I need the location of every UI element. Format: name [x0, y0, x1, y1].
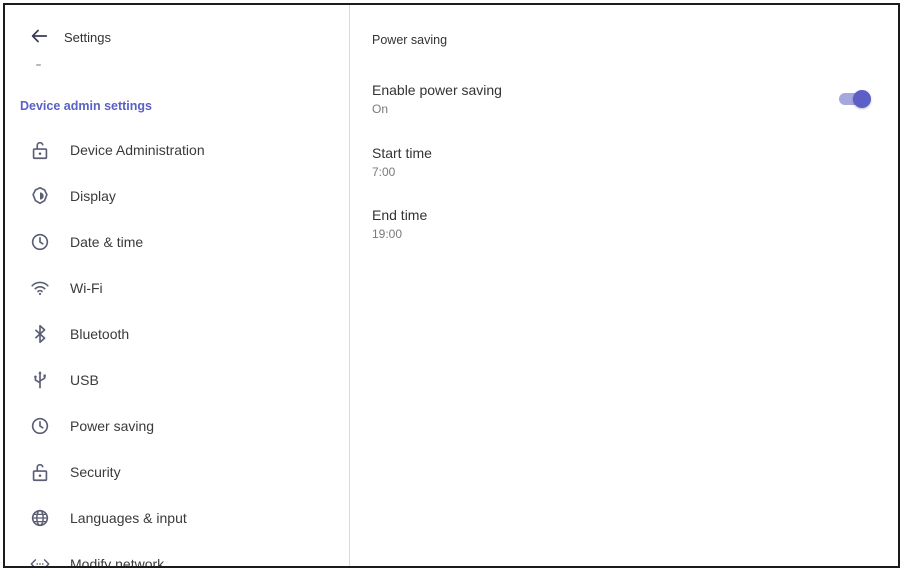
- sidebar-item-usb[interactable]: USB: [5, 359, 349, 403]
- back-arrow-icon[interactable]: [28, 25, 50, 47]
- scroll-indicator: [36, 64, 41, 66]
- end-time-value: 19:00: [372, 227, 403, 241]
- sidebar-item-wifi[interactable]: Wi-Fi: [5, 267, 349, 311]
- detail-pane: Power saving Enable power saving On Star…: [350, 5, 898, 566]
- sidebar-item-languages-input[interactable]: Languages & input: [5, 497, 349, 541]
- section-heading-device-admin: Device admin settings: [20, 99, 152, 113]
- sidebar-item-label: USB: [70, 372, 99, 388]
- sidebar-header: Settings: [5, 5, 349, 61]
- toggle-thumb: [853, 90, 871, 108]
- start-time-title: Start time: [372, 145, 432, 161]
- start-time-value: 7:00: [372, 165, 396, 179]
- wifi-icon: [31, 281, 49, 296]
- sidebar-item-bluetooth[interactable]: Bluetooth: [5, 313, 349, 357]
- clock-icon: [31, 233, 49, 251]
- detail-title: Power saving: [372, 33, 448, 47]
- sidebar-item-device-administration[interactable]: Device Administration: [5, 129, 349, 173]
- code-arrows-icon: [30, 559, 50, 566]
- start-time-row[interactable]: Start time 7:00: [350, 145, 898, 195]
- sidebar-item-label: Languages & input: [70, 510, 187, 526]
- end-time-row[interactable]: End time 19:00: [350, 207, 898, 257]
- sidebar-item-date-time[interactable]: Date & time: [5, 221, 349, 265]
- usb-icon: [34, 371, 46, 389]
- sidebar-item-label: Power saving: [70, 418, 155, 434]
- power-saving-toggle[interactable]: [835, 90, 871, 108]
- lock-open-icon: [32, 463, 48, 482]
- sidebar-item-label: Device Administration: [70, 142, 205, 158]
- header-title: Settings: [64, 30, 111, 45]
- sidebar-item-label: Modify network: [70, 556, 165, 566]
- enable-power-saving-title: Enable power saving: [372, 82, 502, 98]
- settings-window: Settings Device admin settings Device Ad…: [3, 3, 900, 568]
- sidebar-item-label: Date & time: [70, 234, 144, 250]
- sidebar-item-security[interactable]: Security: [5, 451, 349, 495]
- brightness-icon: [32, 186, 48, 205]
- sidebar-item-display[interactable]: Display: [5, 175, 349, 219]
- enable-power-saving-summary: On: [372, 102, 389, 116]
- sidebar-item-label: Security: [70, 464, 121, 480]
- bluetooth-icon: [34, 324, 46, 344]
- sidebar-item-label: Display: [70, 188, 116, 204]
- globe-icon: [31, 509, 49, 527]
- settings-sidebar: Settings Device admin settings Device Ad…: [5, 5, 350, 566]
- enable-power-saving-row[interactable]: Enable power saving On: [350, 82, 898, 132]
- clock-icon: [31, 417, 49, 435]
- end-time-title: End time: [372, 207, 428, 223]
- sidebar-item-power-saving[interactable]: Power saving: [5, 405, 349, 449]
- sidebar-item-label: Wi-Fi: [70, 280, 103, 296]
- sidebar-item-label: Bluetooth: [70, 326, 130, 342]
- lock-open-icon: [32, 141, 48, 160]
- sidebar-item-modify-network[interactable]: Modify network: [5, 543, 349, 566]
